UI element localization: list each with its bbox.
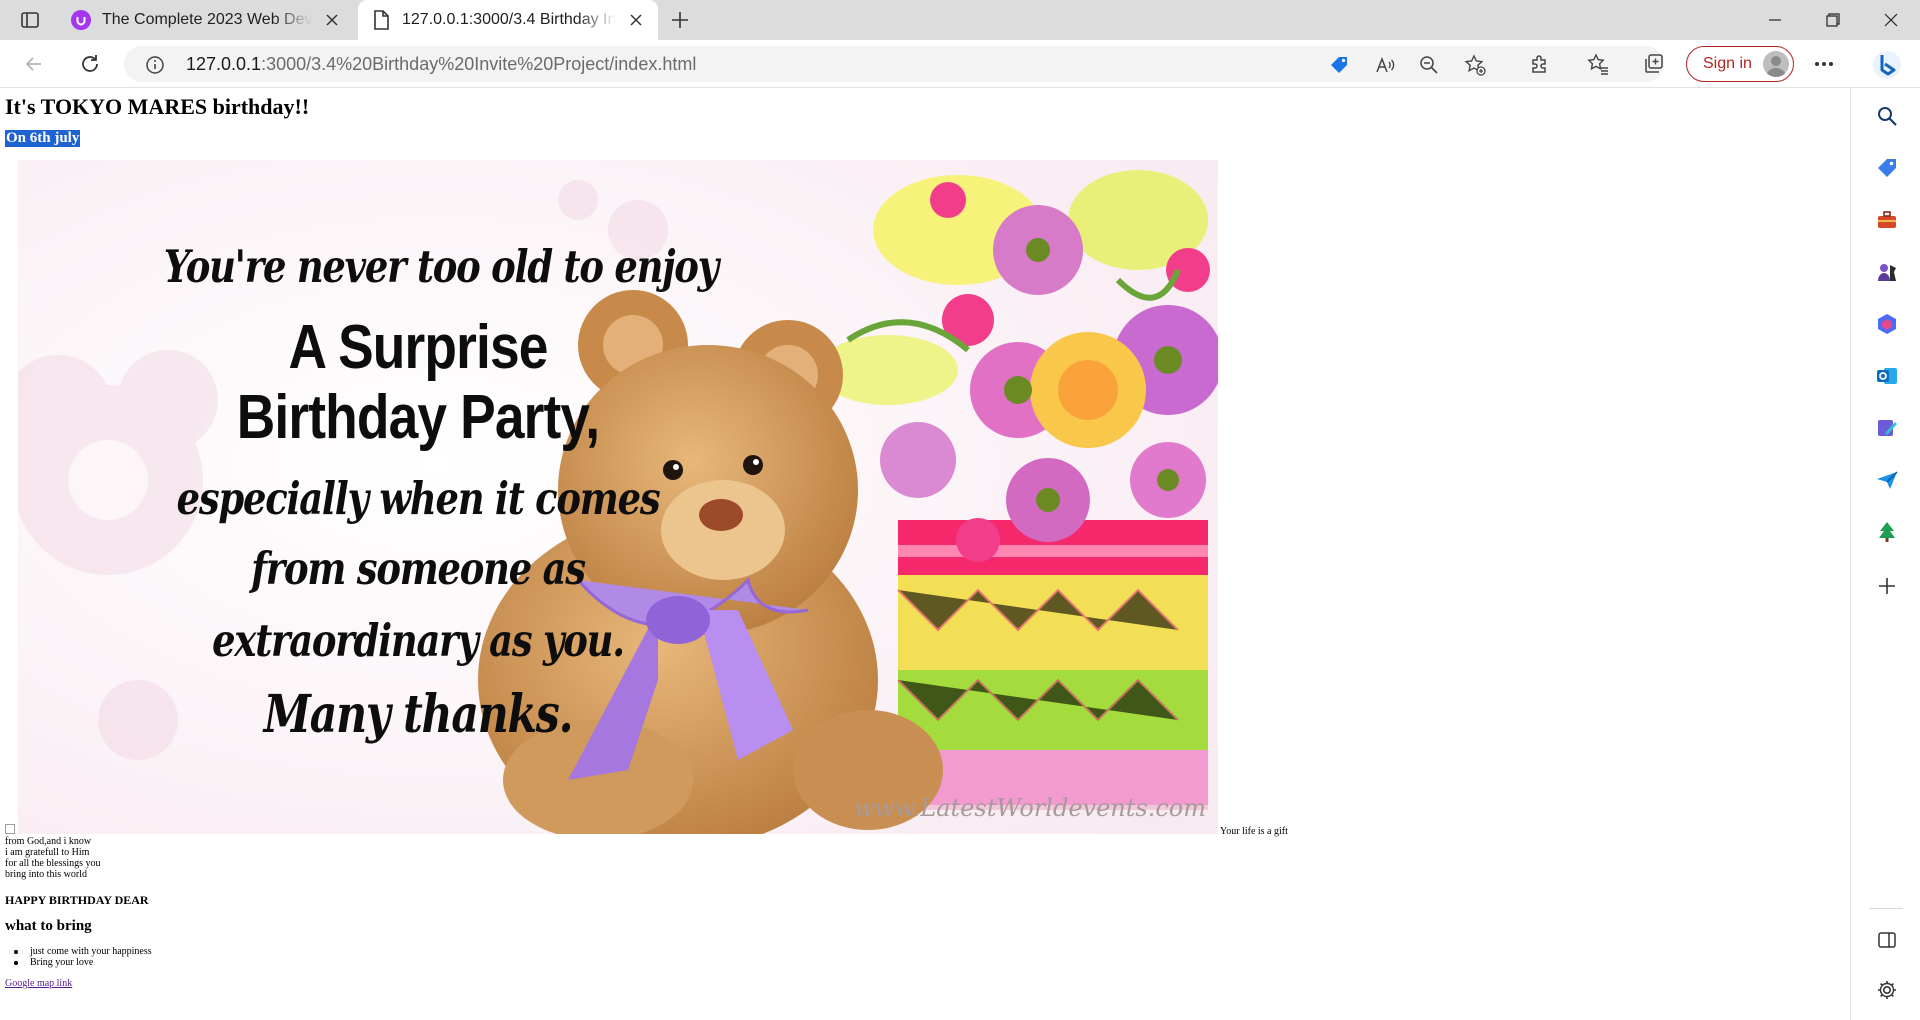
close-icon[interactable] xyxy=(626,10,646,30)
read-aloud-icon[interactable] xyxy=(1372,52,1398,78)
copilot-icon[interactable] xyxy=(1870,48,1904,82)
search-icon[interactable] xyxy=(1873,102,1901,130)
poem-line: i am gratefull to Him xyxy=(5,847,90,858)
card-line-4: especially when it comes xyxy=(176,472,661,525)
split-screen-icon[interactable] xyxy=(1873,926,1901,954)
tab-title: The Complete 2023 Web Develop xyxy=(102,11,312,28)
broken-image-icon xyxy=(5,824,15,834)
tab-birthday-invite[interactable]: 127.0.0.1:3000/3.4 Birthday Invite xyxy=(358,0,658,40)
tab-strip: The Complete 2023 Web Develop 127.0.0.1:… xyxy=(0,0,1920,40)
url-host: 127.0.0.1 xyxy=(186,54,262,74)
address-bar[interactable]: 127.0.0.1:3000/3.4%20Birthday%20Invite%2… xyxy=(124,46,1664,82)
add-icon[interactable] xyxy=(1873,572,1901,600)
list-item: Bring your love xyxy=(13,957,94,968)
sign-in-label: Sign in xyxy=(1703,55,1752,72)
outlook-icon[interactable] xyxy=(1873,362,1901,390)
page-icon xyxy=(370,9,392,31)
site-info-icon[interactable] xyxy=(142,52,168,78)
date-line-selected: On 6th july xyxy=(5,130,81,147)
refresh-button[interactable] xyxy=(76,50,104,78)
poem-line: from God,and i know xyxy=(5,836,92,847)
collections-icon[interactable] xyxy=(1640,50,1668,78)
send-icon[interactable] xyxy=(1873,466,1901,494)
close-icon[interactable] xyxy=(322,10,342,30)
udemy-icon xyxy=(70,9,92,31)
what-to-bring-heading: what to bring xyxy=(5,918,92,934)
add-favorite-icon[interactable] xyxy=(1462,52,1488,78)
close-window-button[interactable] xyxy=(1862,0,1920,40)
sidebar-divider xyxy=(1869,908,1903,909)
sign-in-button[interactable]: Sign in xyxy=(1686,46,1794,82)
card-watermark: www.LatestWorldevents.com xyxy=(853,794,1206,822)
tab-actions-icon[interactable] xyxy=(18,8,42,32)
tree-icon[interactable] xyxy=(1873,518,1901,546)
extensions-icon[interactable] xyxy=(1526,50,1554,78)
tab-title: 127.0.0.1:3000/3.4 Birthday Invite xyxy=(402,11,616,28)
google-map-link[interactable]: Google map link xyxy=(5,978,72,989)
restore-button[interactable] xyxy=(1804,0,1862,40)
happy-birthday-heading: HAPPY BIRTHDAY DEAR xyxy=(5,893,149,907)
shopping-tag-icon[interactable] xyxy=(1873,154,1901,182)
browser-toolbar: 127.0.0.1:3000/3.4%20Birthday%20Invite%2… xyxy=(0,40,1920,88)
new-tab-button[interactable] xyxy=(666,8,694,32)
birthday-card-image: You're never too old to enjoy A Surprise… xyxy=(18,160,1218,834)
gift-caption: Your life is a gift xyxy=(1220,826,1288,837)
designer-icon[interactable] xyxy=(1873,414,1901,442)
back-button[interactable] xyxy=(20,50,48,78)
page-title: It's TOKYO MARES birthday!! xyxy=(5,94,310,119)
favorites-icon[interactable] xyxy=(1584,50,1612,78)
more-options-icon[interactable] xyxy=(1810,50,1838,78)
card-line-2: A Surprise xyxy=(288,313,548,382)
settings-icon[interactable] xyxy=(1873,976,1901,1004)
office-icon[interactable] xyxy=(1873,310,1901,338)
card-line-7: Many thanks. xyxy=(263,684,574,745)
minimize-button[interactable] xyxy=(1746,0,1804,40)
list-item: just come with your happiness xyxy=(14,946,152,957)
poem-line: for all the blessings you xyxy=(5,858,101,869)
zoom-out-icon[interactable] xyxy=(1416,52,1442,78)
page-viewport: It's TOKYO MARES birthday!! On 6th july xyxy=(0,88,1850,1020)
shopping-tag-icon[interactable] xyxy=(1326,52,1352,78)
card-line-1: You're never too old to enjoy xyxy=(163,240,719,293)
card-line-6: extraordinary as you. xyxy=(212,614,625,667)
toolbox-icon[interactable] xyxy=(1873,206,1901,234)
card-line-3: Birthday Party, xyxy=(236,383,600,452)
avatar xyxy=(1763,51,1789,77)
url-text[interactable]: 127.0.0.1:3000/3.4%20Birthday%20Invite%2… xyxy=(186,54,696,75)
tab-course[interactable]: The Complete 2023 Web Develop xyxy=(58,0,354,40)
edge-sidebar xyxy=(1850,88,1920,1020)
card-line-5: from someone as xyxy=(251,542,586,595)
poem-line: bring into this world xyxy=(5,869,87,880)
url-path: :3000/3.4%20Birthday%20Invite%20Project/… xyxy=(261,54,697,74)
games-icon[interactable] xyxy=(1873,258,1901,286)
